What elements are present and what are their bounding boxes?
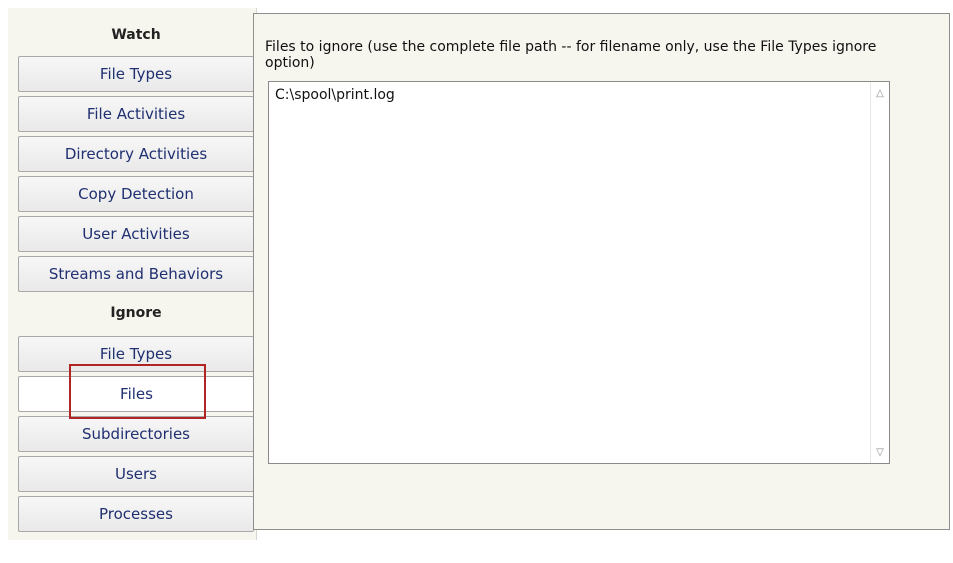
- nav-label: File Types: [99, 65, 173, 83]
- nav-label: Processes: [99, 505, 173, 523]
- files-ignore-panel: Files to ignore (use the complete file p…: [253, 13, 950, 530]
- nav-watch-directory-activities[interactable]: Directory Activities: [18, 136, 254, 172]
- nav-label: Users: [114, 465, 157, 483]
- chevron-down-icon[interactable]: ▽: [871, 443, 889, 461]
- nav-ignore-users[interactable]: Users: [18, 456, 254, 492]
- list-item[interactable]: C:\spool\print.log: [275, 87, 395, 103]
- nav-watch-file-activities[interactable]: File Activities: [18, 96, 254, 132]
- nav-watch-file-types[interactable]: File Types: [18, 56, 254, 92]
- nav-watch-streams-behaviors[interactable]: Streams and Behaviors: [18, 256, 254, 292]
- watch-section-header: Watch: [111, 27, 161, 43]
- chevron-up-icon[interactable]: △: [871, 84, 889, 102]
- vertical-scrollbar[interactable]: △ ▽: [870, 82, 889, 463]
- ignore-section-header: Ignore: [110, 305, 162, 321]
- nav-watch-copy-detection[interactable]: Copy Detection: [18, 176, 254, 212]
- nav-label: User Activities: [82, 225, 190, 243]
- nav-label: Subdirectories: [82, 425, 190, 443]
- nav-label: File Activities: [86, 105, 186, 123]
- nav-ignore-processes[interactable]: Processes: [18, 496, 254, 532]
- nav-label: Directory Activities: [64, 145, 208, 163]
- nav-ignore-subdirectories[interactable]: Subdirectories: [18, 416, 254, 452]
- nav-label: Streams and Behaviors: [48, 265, 224, 283]
- files-ignore-description: Files to ignore (use the complete file p…: [265, 39, 877, 71]
- nav-watch-user-activities[interactable]: User Activities: [18, 216, 254, 252]
- nav-label: File Types: [99, 345, 173, 363]
- nav-label: Copy Detection: [78, 185, 194, 203]
- ignored-files-list[interactable]: C:\spool\print.log △ ▽: [268, 81, 890, 464]
- selection-highlight-box: [69, 364, 206, 419]
